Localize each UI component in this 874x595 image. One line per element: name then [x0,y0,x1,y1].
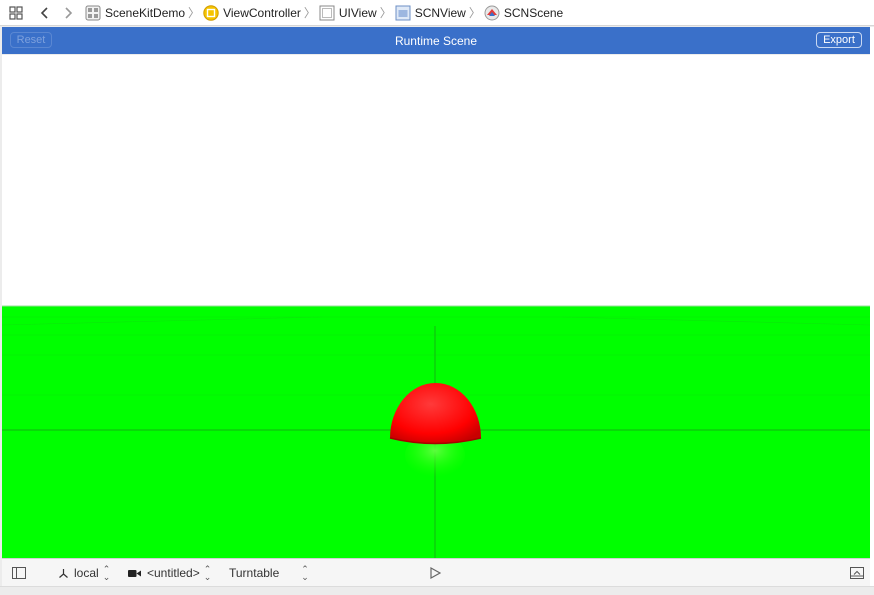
play-icon [430,567,441,579]
breadcrumb: SceneKitDemo 〉 ViewController 〉 UIView 〉… [85,0,563,26]
breadcrumb-label: SceneKitDemo [105,5,186,20]
scene-title: Runtime Scene [394,33,478,48]
breadcrumb-view-controller[interactable]: ViewController [203,0,301,26]
project-icon [85,5,101,21]
breadcrumb-separator-icon: 〉 [188,6,201,20]
window-edge [870,27,874,586]
reset-button[interactable]: Reset [10,32,52,48]
stepper-arrows-icon: ⌃ ⌄ [102,564,111,582]
play-button[interactable] [430,559,441,587]
view-controller-icon [203,4,219,21]
breadcrumb-project[interactable]: SceneKitDemo [85,0,185,26]
breadcrumb-label: SCNView [414,5,466,20]
camera-icon [128,569,141,577]
coordinate-space-label: local [74,566,99,580]
debug-area-strip [0,586,874,595]
stepper-arrows-icon: ⌃ ⌄ [301,564,309,582]
scene-bottom-toolbar: local ⌃ ⌄ <untitled> ⌃ ⌄ Turntable ⌃ ⌄ [2,558,870,586]
breadcrumb-label: SCNScene [503,5,564,20]
forward-chevron-icon[interactable] [57,2,79,24]
scene-render [2,55,870,558]
breadcrumb-scnscene[interactable]: SCNScene [484,0,563,26]
coordinate-space-popup[interactable]: local ⌃ ⌄ [58,559,110,587]
stepper-arrows-icon: ⌃ ⌄ [203,564,212,582]
breadcrumb-separator-icon: 〉 [303,6,316,20]
scene-editor-header: Reset Runtime Scene Export [2,27,870,54]
breadcrumb-uiview[interactable]: UIView [319,0,377,26]
camera-mode-label: Turntable [229,566,280,580]
sky-background [2,55,870,306]
jump-bar: SceneKitDemo 〉 ViewController 〉 UIView 〉… [0,0,874,26]
back-chevron-icon[interactable] [34,2,56,24]
toggle-outline-sidebar-icon[interactable] [12,559,26,587]
breadcrumb-label: UIView [338,5,377,20]
camera-mode-popup[interactable]: Turntable ⌃ ⌄ [229,559,309,587]
breadcrumb-label: ViewController [223,5,301,20]
camera-label: <untitled> [147,566,200,580]
scnview-icon [395,5,411,21]
related-items-grid-icon[interactable] [5,2,27,24]
breadcrumb-scnview[interactable]: SCNView [395,0,466,26]
uiview-icon [319,5,335,21]
export-button[interactable]: Export [816,32,862,48]
camera-popup[interactable]: <untitled> ⌃ ⌄ [128,559,211,587]
scnscene-icon [484,5,500,21]
breadcrumb-separator-icon: 〉 [379,6,392,20]
scene-viewport[interactable] [2,55,870,558]
axis-icon [59,568,68,578]
toggle-inspector-icon[interactable] [850,559,864,587]
breadcrumb-separator-icon: 〉 [468,6,481,20]
